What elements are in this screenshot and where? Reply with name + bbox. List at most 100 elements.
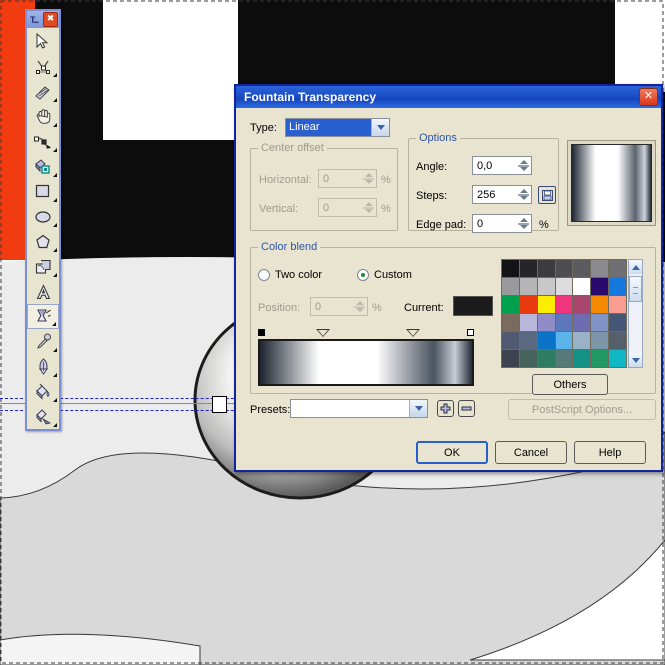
type-dropdown[interactable]: Linear bbox=[285, 118, 390, 137]
eyedropper-tool[interactable] bbox=[27, 329, 59, 354]
zoom-pan-tool[interactable] bbox=[27, 104, 59, 129]
others-button[interactable]: Others bbox=[532, 374, 608, 395]
polygon-tool[interactable] bbox=[27, 229, 59, 254]
palette-swatch-4-4[interactable] bbox=[573, 332, 591, 349]
gradient-node-mid2[interactable] bbox=[406, 329, 420, 337]
stepper-down-icon[interactable] bbox=[519, 167, 528, 171]
edge-pad-input[interactable]: 0 bbox=[472, 214, 532, 233]
stepper-down-icon[interactable] bbox=[364, 209, 373, 213]
smart-fill-tool[interactable] bbox=[27, 154, 59, 179]
palette-swatch-3-6[interactable] bbox=[609, 314, 626, 331]
horizontal-stepper[interactable] bbox=[361, 170, 376, 187]
palette-swatch-5-5[interactable] bbox=[591, 350, 609, 367]
angle-input[interactable]: 0,0 bbox=[472, 156, 532, 175]
stepper-up-icon[interactable] bbox=[519, 218, 528, 222]
vertical-stepper[interactable] bbox=[361, 199, 376, 216]
crop-tool[interactable] bbox=[27, 79, 59, 104]
ok-button[interactable]: OK bbox=[416, 441, 488, 464]
rectangle-tool[interactable] bbox=[27, 179, 59, 204]
stepper-up-icon[interactable] bbox=[364, 173, 373, 177]
stepper-up-icon[interactable] bbox=[364, 202, 373, 206]
fountain-transparency-dialog[interactable]: Fountain Transparency ✕ Type: Linear Cen… bbox=[234, 84, 663, 472]
position-stepper[interactable] bbox=[352, 298, 367, 315]
toolbox-titlebar[interactable]: T... ✖ bbox=[27, 11, 59, 28]
text-tool[interactable] bbox=[27, 279, 59, 304]
angle-stepper[interactable] bbox=[516, 157, 531, 174]
palette-swatch-0-2[interactable] bbox=[537, 260, 555, 277]
edge-pad-stepper[interactable] bbox=[516, 215, 531, 232]
gradient-node-mid1[interactable] bbox=[316, 329, 330, 337]
palette-swatch-3-5[interactable] bbox=[591, 314, 609, 331]
palette-swatch-3-4[interactable] bbox=[573, 314, 591, 331]
interactive-transparency-tool[interactable] bbox=[27, 304, 59, 329]
palette-swatch-4-1[interactable] bbox=[519, 332, 537, 349]
palette-swatch-0-4[interactable] bbox=[573, 260, 591, 277]
chevron-up-icon[interactable] bbox=[629, 260, 642, 274]
stepper-down-icon[interactable] bbox=[364, 180, 373, 184]
palette-swatch-1-6[interactable] bbox=[609, 278, 626, 295]
palette-swatch-1-4[interactable] bbox=[573, 278, 591, 295]
help-button[interactable]: Help bbox=[574, 441, 646, 464]
palette-swatch-1-5[interactable] bbox=[591, 278, 609, 295]
fill-tool[interactable] bbox=[27, 379, 59, 404]
palette-swatch-3-1[interactable] bbox=[519, 314, 537, 331]
chevron-down-icon[interactable] bbox=[371, 119, 389, 136]
dialog-titlebar[interactable]: Fountain Transparency ✕ bbox=[236, 86, 661, 108]
shape-edit-tool[interactable] bbox=[27, 54, 59, 79]
palette-swatch-2-4[interactable] bbox=[573, 296, 591, 313]
stepper-down-icon[interactable] bbox=[519, 225, 528, 229]
interactive-fill-tool[interactable] bbox=[27, 404, 59, 429]
palette-swatch-4-5[interactable] bbox=[591, 332, 609, 349]
palette-swatch-4-6[interactable] bbox=[609, 332, 626, 349]
palette-swatch-1-3[interactable] bbox=[555, 278, 573, 295]
palette-swatch-2-1[interactable] bbox=[519, 296, 537, 313]
pick-tool[interactable] bbox=[27, 29, 59, 54]
guide-handle[interactable] bbox=[212, 396, 227, 413]
palette-swatch-1-1[interactable] bbox=[519, 278, 537, 295]
palette-swatch-5-3[interactable] bbox=[555, 350, 573, 367]
palette-swatch-2-5[interactable] bbox=[591, 296, 609, 313]
palette-swatch-5-2[interactable] bbox=[537, 350, 555, 367]
palette-swatch-1-0[interactable] bbox=[502, 278, 519, 295]
stepper-up-icon[interactable] bbox=[519, 189, 528, 193]
toolbox-close-icon[interactable]: ✖ bbox=[43, 12, 58, 27]
palette-swatch-3-2[interactable] bbox=[537, 314, 555, 331]
palette-swatch-2-3[interactable] bbox=[555, 296, 573, 313]
presets-dropdown[interactable] bbox=[290, 399, 428, 418]
gradient-editor[interactable] bbox=[258, 328, 474, 388]
stepper-up-icon[interactable] bbox=[519, 160, 528, 164]
gradient-strip[interactable] bbox=[258, 339, 474, 386]
palette-swatch-2-6[interactable] bbox=[609, 296, 626, 313]
palette-swatch-4-2[interactable] bbox=[537, 332, 555, 349]
gradient-node-end[interactable] bbox=[467, 329, 474, 336]
perfect-shapes-tool[interactable] bbox=[27, 254, 59, 279]
remove-preset-button[interactable] bbox=[458, 400, 475, 417]
palette-swatch-4-0[interactable] bbox=[502, 332, 519, 349]
custom-radio[interactable]: Custom bbox=[357, 269, 412, 281]
chevron-down-icon[interactable] bbox=[409, 400, 427, 417]
palette-swatch-3-3[interactable] bbox=[555, 314, 573, 331]
outline-pen-tool[interactable] bbox=[27, 354, 59, 379]
palette-swatch-2-0[interactable] bbox=[502, 296, 519, 313]
two-color-radio[interactable]: Two color bbox=[258, 269, 322, 281]
chevron-down-icon[interactable] bbox=[629, 353, 642, 367]
palette-swatch-4-3[interactable] bbox=[555, 332, 573, 349]
palette-swatch-0-6[interactable] bbox=[609, 260, 626, 277]
palette-swatch-5-6[interactable] bbox=[609, 350, 626, 367]
vertical-input[interactable]: 0 bbox=[318, 198, 377, 217]
add-preset-button[interactable] bbox=[437, 400, 454, 417]
stepper-up-icon[interactable] bbox=[355, 301, 364, 305]
close-icon[interactable]: ✕ bbox=[639, 88, 658, 106]
palette-swatch-5-0[interactable] bbox=[502, 350, 519, 367]
palette-swatch-3-0[interactable] bbox=[502, 314, 519, 331]
palette-swatch-0-0[interactable] bbox=[502, 260, 519, 277]
palette-swatch-2-2[interactable] bbox=[537, 296, 555, 313]
lock-steps-icon[interactable] bbox=[538, 186, 556, 204]
stepper-down-icon[interactable] bbox=[519, 196, 528, 200]
palette-swatch-0-3[interactable] bbox=[555, 260, 573, 277]
current-color-swatch[interactable] bbox=[453, 296, 493, 316]
ellipse-tool[interactable] bbox=[27, 204, 59, 229]
steps-stepper[interactable] bbox=[516, 186, 531, 203]
stepper-down-icon[interactable] bbox=[355, 308, 364, 312]
position-input[interactable]: 0 bbox=[310, 297, 368, 316]
